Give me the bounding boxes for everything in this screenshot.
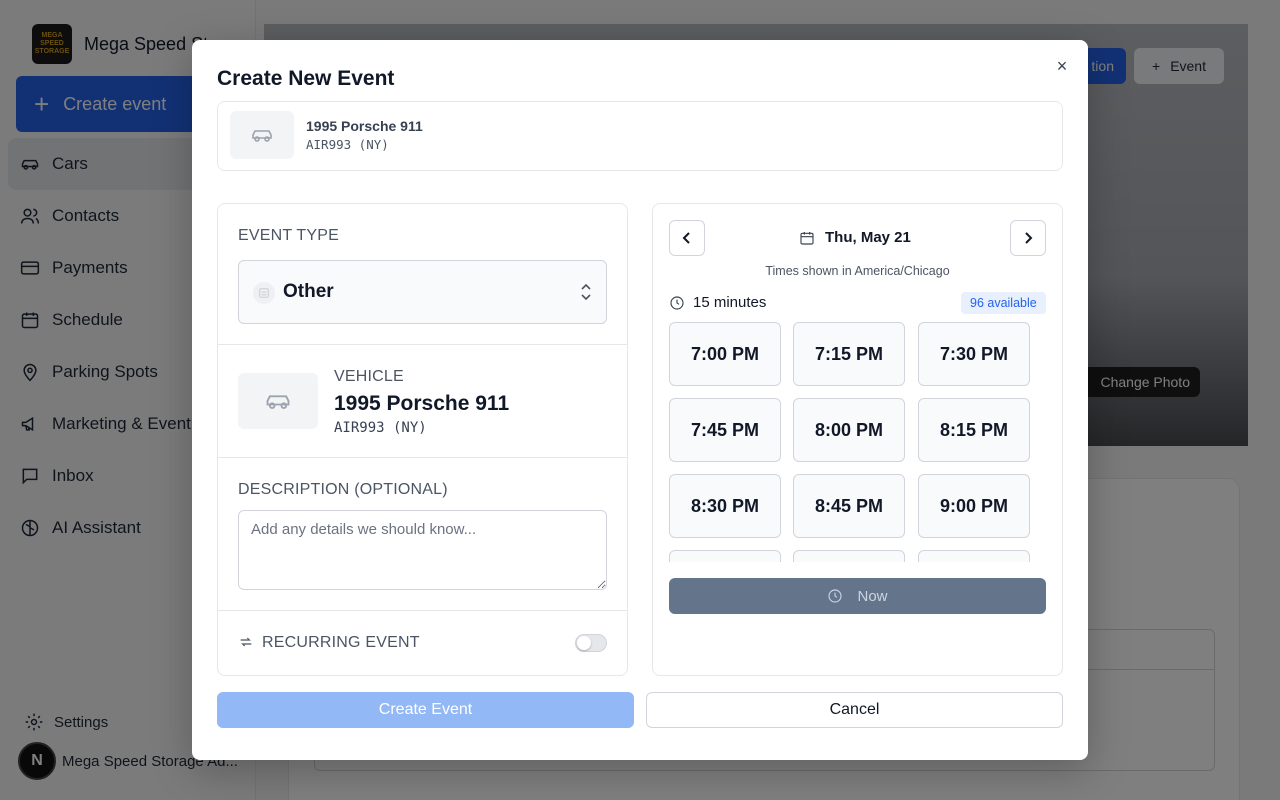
chevron-left-icon	[682, 232, 690, 244]
time-slot[interactable]: 7:30 PM	[918, 322, 1030, 386]
selected-vehicle-card: 1995 Porsche 911 AIR993 (NY)	[217, 101, 1063, 171]
recurring-event-label: RECURRING EVENT	[262, 634, 420, 651]
time-slot[interactable]	[793, 550, 905, 562]
time-slot[interactable]: 9:00 PM	[918, 474, 1030, 538]
recurring-event-toggle[interactable]	[575, 634, 607, 652]
date-display[interactable]: Thu, May 21	[799, 229, 911, 246]
now-button[interactable]: Now	[669, 578, 1046, 614]
duration-value: 15 minutes	[693, 294, 767, 311]
availability-badge: 96 available	[961, 292, 1046, 314]
now-label: Now	[857, 587, 888, 605]
time-slot[interactable]: 7:45 PM	[669, 398, 781, 462]
time-slot[interactable]: 8:45 PM	[793, 474, 905, 538]
time-slot[interactable]	[918, 550, 1030, 562]
modal-title: Create New Event	[217, 67, 395, 90]
car-icon	[266, 395, 290, 409]
vehicle-label: VEHICLE	[334, 368, 404, 385]
event-type-select[interactable]: Other	[238, 260, 607, 324]
vehicle-plate: AIR993 (NY)	[334, 420, 427, 436]
vehicle-name: 1995 Porsche 911	[306, 118, 423, 134]
cancel-button[interactable]: Cancel	[646, 692, 1063, 728]
time-slot[interactable]	[669, 550, 781, 562]
divider	[218, 344, 627, 345]
clock-icon	[670, 295, 684, 310]
event-details-panel: EVENT TYPE Other VEHICLE 1995 Porsche 91…	[217, 203, 628, 676]
divider	[218, 457, 627, 458]
vehicle-thumbnail	[230, 111, 294, 159]
next-day-button[interactable]	[1010, 220, 1046, 256]
create-event-submit-button[interactable]: Create Event	[217, 692, 634, 728]
vehicle-name: 1995 Porsche 911	[334, 392, 510, 415]
toggle-knob	[577, 636, 591, 650]
event-type-icon	[253, 282, 275, 304]
vehicle-plate: AIR993 (NY)	[306, 137, 389, 152]
time-slot[interactable]: 8:30 PM	[669, 474, 781, 538]
time-slot[interactable]: 8:00 PM	[793, 398, 905, 462]
time-slot[interactable]: 7:00 PM	[669, 322, 781, 386]
divider	[218, 610, 627, 611]
selected-date: Thu, May 21	[825, 229, 911, 246]
chevron-up-down-icon	[581, 283, 591, 301]
previous-day-button[interactable]	[669, 220, 705, 256]
description-field[interactable]	[238, 510, 607, 590]
car-icon	[252, 130, 272, 142]
vehicle-thumbnail	[238, 373, 318, 429]
duration-display: 15 minutes	[669, 294, 766, 311]
time-slot[interactable]: 8:15 PM	[918, 398, 1030, 462]
event-type-label: EVENT TYPE	[238, 227, 339, 244]
time-picker-panel: Thu, May 21 Times shown in America/Chica…	[652, 203, 1063, 676]
timezone-note: Times shown in America/Chicago	[765, 264, 950, 278]
time-slot[interactable]: 7:15 PM	[793, 322, 905, 386]
chevron-right-icon	[1025, 232, 1033, 244]
close-icon[interactable]: ×	[1052, 56, 1072, 76]
clock-icon	[828, 589, 843, 603]
repeat-icon	[238, 634, 254, 650]
create-event-modal: Create New Event × 1995 Porsche 911 AIR9…	[192, 40, 1088, 760]
event-type-value: Other	[283, 281, 334, 302]
calendar-icon	[800, 231, 814, 245]
description-label: DESCRIPTION (OPTIONAL)	[238, 481, 448, 498]
time-slot-grid: 7:00 PM 7:15 PM 7:30 PM 7:45 PM 8:00 PM …	[669, 322, 1049, 562]
